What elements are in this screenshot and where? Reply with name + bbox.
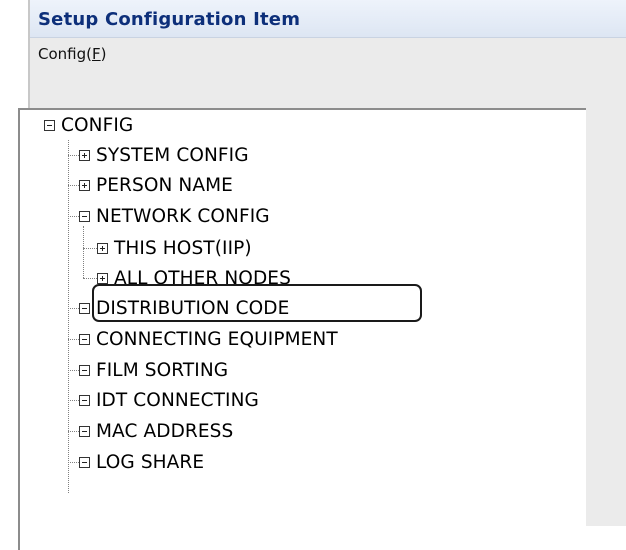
tree-node-label: CONFIG <box>61 114 134 136</box>
title-bar: Setup Configuration Item <box>30 0 626 38</box>
plus-box-icon[interactable] <box>97 242 108 254</box>
tree-connector <box>68 339 79 340</box>
tree-node-system-config[interactable]: SYSTEM CONFIG <box>79 140 249 170</box>
tree-node-film-sorting[interactable]: FILM SORTING <box>79 355 228 385</box>
tree-connector <box>83 248 97 249</box>
tree-node-mac-address[interactable]: MAC ADDRESS <box>79 416 233 446</box>
minus-box-icon[interactable] <box>79 302 90 314</box>
minus-box-icon[interactable] <box>79 333 90 345</box>
window-title: Setup Configuration Item <box>38 9 301 30</box>
tree-node-connecting-equipment[interactable]: CONNECTING EQUIPMENT <box>79 324 338 354</box>
tree-connector <box>68 400 79 401</box>
tree-node-label: CONNECTING EQUIPMENT <box>96 328 338 350</box>
tree-node-config[interactable]: CONFIG <box>44 110 133 140</box>
tree-node-network-config[interactable]: NETWORK CONFIG <box>79 201 270 231</box>
tree-connector <box>68 431 79 432</box>
tree-connector <box>68 185 79 186</box>
tree-node-person-name[interactable]: PERSON NAME <box>79 170 233 200</box>
tree-node-label: SYSTEM CONFIG <box>96 144 249 166</box>
minus-box-icon[interactable] <box>79 425 90 437</box>
tree-node-label: THIS HOST(IIP) <box>114 237 252 259</box>
tree-connector <box>68 370 79 371</box>
plus-box-icon[interactable] <box>79 179 90 191</box>
minus-box-icon[interactable] <box>79 364 90 376</box>
highlight-callout-frame <box>92 284 422 322</box>
tree-connector <box>68 462 79 463</box>
menu-config-accelerator: F <box>91 45 101 63</box>
minus-box-icon[interactable] <box>79 394 90 406</box>
tree-node-label: MAC ADDRESS <box>96 420 234 442</box>
minus-box-icon[interactable] <box>44 119 55 131</box>
menu-config-label-close: ) <box>100 45 107 63</box>
minus-box-icon[interactable] <box>79 210 90 222</box>
plus-box-icon[interactable] <box>97 272 108 284</box>
tree-node-this-host[interactable]: THIS HOST(IIP) <box>97 233 252 263</box>
tree-node-log-share[interactable]: LOG SHARE <box>79 447 204 477</box>
tree-node-idt-connecting[interactable]: IDT CONNECTING <box>79 385 259 415</box>
tree-connector-root <box>68 140 69 493</box>
minus-box-icon[interactable] <box>79 456 90 468</box>
tree-node-label: IDT CONNECTING <box>96 389 259 411</box>
tree-node-label: NETWORK CONFIG <box>96 205 270 227</box>
plus-box-icon[interactable] <box>79 149 90 161</box>
tree-node-label: FILM SORTING <box>96 359 229 381</box>
menu-bar: Config(F) <box>30 38 626 68</box>
tree-connector <box>68 155 79 156</box>
tree-connector <box>83 278 97 279</box>
menu-config-label: Config( <box>38 45 92 63</box>
tree-connector-network <box>83 226 84 278</box>
tree-connector <box>68 216 79 217</box>
tree-node-label: PERSON NAME <box>96 174 233 196</box>
tree-node-label: LOG SHARE <box>96 451 205 473</box>
config-tree-view[interactable]: CONFIG SYSTEM CONFIG PERSON NAME NETWORK… <box>18 108 586 550</box>
menu-config[interactable]: Config(F) <box>38 45 106 63</box>
tree-connector <box>68 308 79 309</box>
